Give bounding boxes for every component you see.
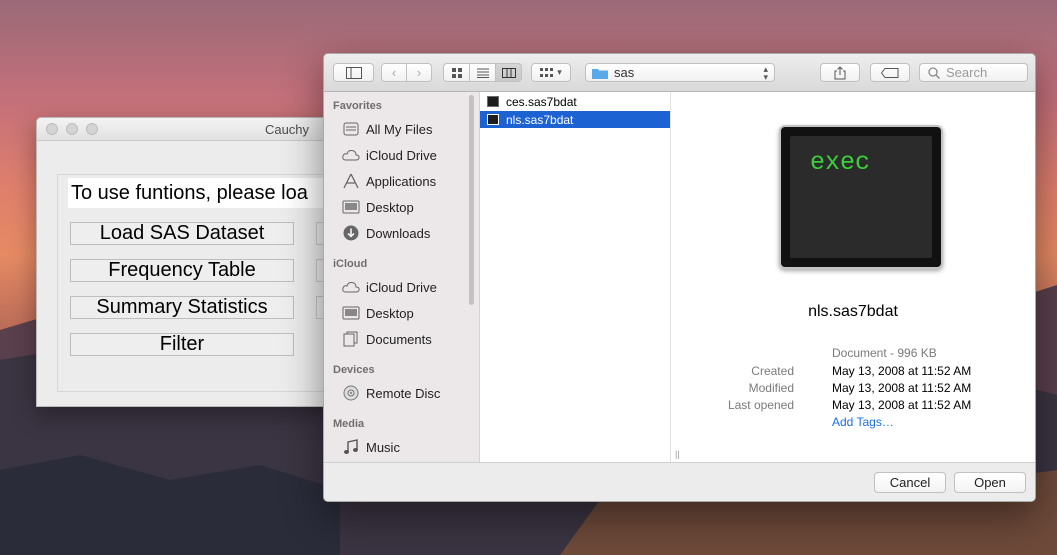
- sidebar-item-icloud-drive[interactable]: iCloud Drive: [341, 145, 437, 165]
- cancel-button[interactable]: Cancel: [874, 472, 946, 493]
- sidebar-item-label: Music: [366, 439, 400, 455]
- column-view-icon: [501, 67, 516, 78]
- summary-statistics-button[interactable]: Summary Statistics: [70, 296, 294, 319]
- sidebar-item-label: iCloud Drive: [366, 147, 437, 163]
- list-view-icon: [476, 68, 489, 78]
- sidebar-item-label: iCloud Drive: [366, 279, 437, 295]
- path-label: sas: [614, 65, 635, 80]
- sidebar-section-favorites: Favorites: [333, 100, 382, 112]
- sidebar-item-label: All My Files: [366, 121, 433, 137]
- instruction-message: To use funtions, please loa: [68, 178, 337, 208]
- share-icon: [834, 65, 846, 79]
- sidebar-item-label: Desktop: [366, 199, 414, 215]
- sidebar-item-icloud-drive-2[interactable]: iCloud Drive: [341, 277, 437, 297]
- search-field[interactable]: Search: [919, 63, 1028, 82]
- sidebar-item-remote-disc[interactable]: Remote Disc: [341, 383, 440, 403]
- up-down-icon: ▴ ▾: [763, 63, 768, 82]
- sidebar-section-devices: Devices: [333, 364, 375, 376]
- sidebar-toggle-button[interactable]: [333, 63, 374, 82]
- applications-icon: [341, 172, 361, 190]
- sidebar-section-icloud: iCloud: [333, 258, 368, 270]
- cauchy-window: Cauchy To use funtions, please loa Load …: [36, 117, 338, 407]
- sidebar-item-label: Desktop: [366, 305, 414, 321]
- preview-file-name: nls.sas7bdat: [808, 303, 898, 320]
- terminal-file-icon: [487, 114, 499, 125]
- chevron-right-icon: ›: [416, 65, 422, 80]
- preview-kind: Document - 996 KB: [832, 346, 937, 360]
- sidebar-item-label: Documents: [366, 331, 432, 347]
- sidebar-icon: [345, 66, 362, 79]
- desktop-icon: [341, 198, 361, 216]
- terminal-file-icon: [487, 96, 499, 107]
- sidebar-item-all-my-files[interactable]: All My Files: [341, 119, 432, 139]
- created-value: May 13, 2008 at 11:52 AM: [832, 364, 972, 378]
- last-opened-value: May 13, 2008 at 11:52 AM: [832, 398, 972, 412]
- cloud-icon: [341, 278, 361, 296]
- open-button[interactable]: Open: [954, 472, 1026, 493]
- exec-icon-label: exec: [810, 148, 871, 177]
- modified-value: May 13, 2008 at 11:52 AM: [832, 381, 972, 395]
- back-button[interactable]: ‹: [381, 63, 407, 82]
- tag-icon: [881, 67, 899, 78]
- disc-icon: [341, 384, 361, 402]
- icon-view-button[interactable]: [443, 63, 470, 82]
- file-row[interactable]: ces.sas7bdat: [480, 93, 670, 110]
- sidebar-item-downloads[interactable]: Downloads: [341, 223, 430, 243]
- load-sas-dataset-button[interactable]: Load SAS Dataset: [70, 222, 294, 245]
- arrange-icon: [540, 67, 554, 77]
- sidebar-item-label: Downloads: [366, 225, 431, 241]
- path-popup[interactable]: sas ▴ ▾: [585, 63, 775, 82]
- column-resize-handle[interactable]: ||: [675, 449, 680, 459]
- tag-button[interactable]: [870, 63, 910, 82]
- sidebar: Favorites All My Files iCloud Drive Appl…: [324, 92, 480, 462]
- open-dialog: ‹ › ▾ sas ▴ ▾ Search Favorites All My Fi…: [323, 53, 1036, 502]
- documents-icon: [341, 330, 361, 348]
- file-name: nls.sas7bdat: [506, 112, 574, 127]
- exec-file-icon: exec: [779, 125, 943, 269]
- all-files-icon: [341, 120, 361, 138]
- chevron-down-icon: ▾: [557, 67, 562, 77]
- icon-view-icon: [451, 67, 462, 78]
- share-button[interactable]: [820, 63, 860, 82]
- folder-icon: [592, 68, 608, 79]
- last-opened-label: Last opened: [727, 398, 794, 412]
- sidebar-item-applications[interactable]: Applications: [341, 171, 436, 191]
- cloud-icon: [341, 146, 361, 164]
- search-icon: [928, 66, 940, 79]
- file-row-selected[interactable]: nls.sas7bdat: [480, 111, 670, 128]
- file-name: ces.sas7bdat: [506, 94, 577, 109]
- sidebar-scrollbar[interactable]: [469, 95, 474, 305]
- sidebar-item-label: Applications: [366, 173, 437, 189]
- frequency-table-button[interactable]: Frequency Table: [70, 259, 294, 282]
- music-icon: [341, 438, 361, 456]
- window-title: Cauchy: [264, 122, 310, 137]
- sidebar-item-desktop[interactable]: Desktop: [341, 197, 414, 217]
- add-tags-link[interactable]: Add Tags…: [832, 415, 894, 429]
- forward-button[interactable]: ›: [406, 63, 432, 82]
- sidebar-section-media: Media: [333, 418, 365, 430]
- modified-label: Modified: [748, 381, 794, 395]
- sidebar-item-documents[interactable]: Documents: [341, 329, 432, 349]
- created-label: Created: [751, 364, 794, 378]
- file-column: ces.sas7bdat nls.sas7bdat: [480, 92, 671, 462]
- title-bar[interactable]: Cauchy: [37, 118, 337, 141]
- dialog-footer: Cancel Open: [324, 462, 1035, 501]
- desktop-icon: [341, 304, 361, 322]
- arrange-button[interactable]: ▾: [531, 63, 571, 82]
- sidebar-item-music[interactable]: Music: [341, 437, 400, 457]
- list-view-button[interactable]: [469, 63, 496, 82]
- sidebar-item-label: Remote Disc: [366, 385, 441, 401]
- search-placeholder: Search: [946, 65, 988, 80]
- preview-pane: exec nls.sas7bdat Document - 996 KB Crea…: [671, 92, 1035, 462]
- toolbar: ‹ › ▾ sas ▴ ▾ Search: [324, 54, 1035, 92]
- terminal-screen: exec: [790, 136, 932, 258]
- downloads-icon: [341, 224, 361, 242]
- filter-button[interactable]: Filter: [70, 333, 294, 356]
- column-view-button[interactable]: [495, 63, 522, 82]
- sidebar-item-icloud-desktop[interactable]: Desktop: [341, 303, 414, 323]
- chevron-left-icon: ‹: [391, 65, 397, 80]
